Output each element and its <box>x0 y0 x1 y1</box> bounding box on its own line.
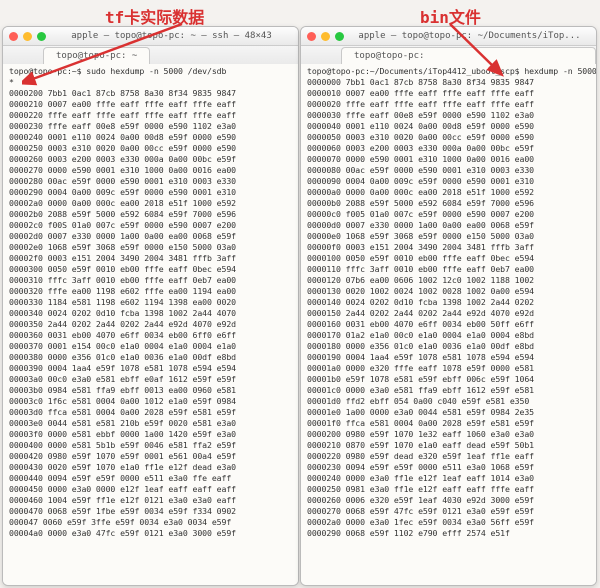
terminal-content-left[interactable]: topo@topo-pc:~$ sudo hexdump -n 5000 /de… <box>3 64 298 585</box>
close-icon[interactable] <box>9 32 18 41</box>
arrow-left <box>22 18 192 88</box>
label-left: tf卡实际数据 <box>105 4 204 28</box>
terminal-window-left: apple — topo@topo-pc: ~ — ssh — 48×43 to… <box>2 26 299 586</box>
label-right: bin文件 <box>420 4 481 28</box>
terminal-window-right: apple — topo@topo-pc: ~/Documents/iTop..… <box>300 26 597 586</box>
terminal-content-right[interactable]: topo@topo-pc:~/Documents/iTop4412_uboot_… <box>301 64 596 585</box>
